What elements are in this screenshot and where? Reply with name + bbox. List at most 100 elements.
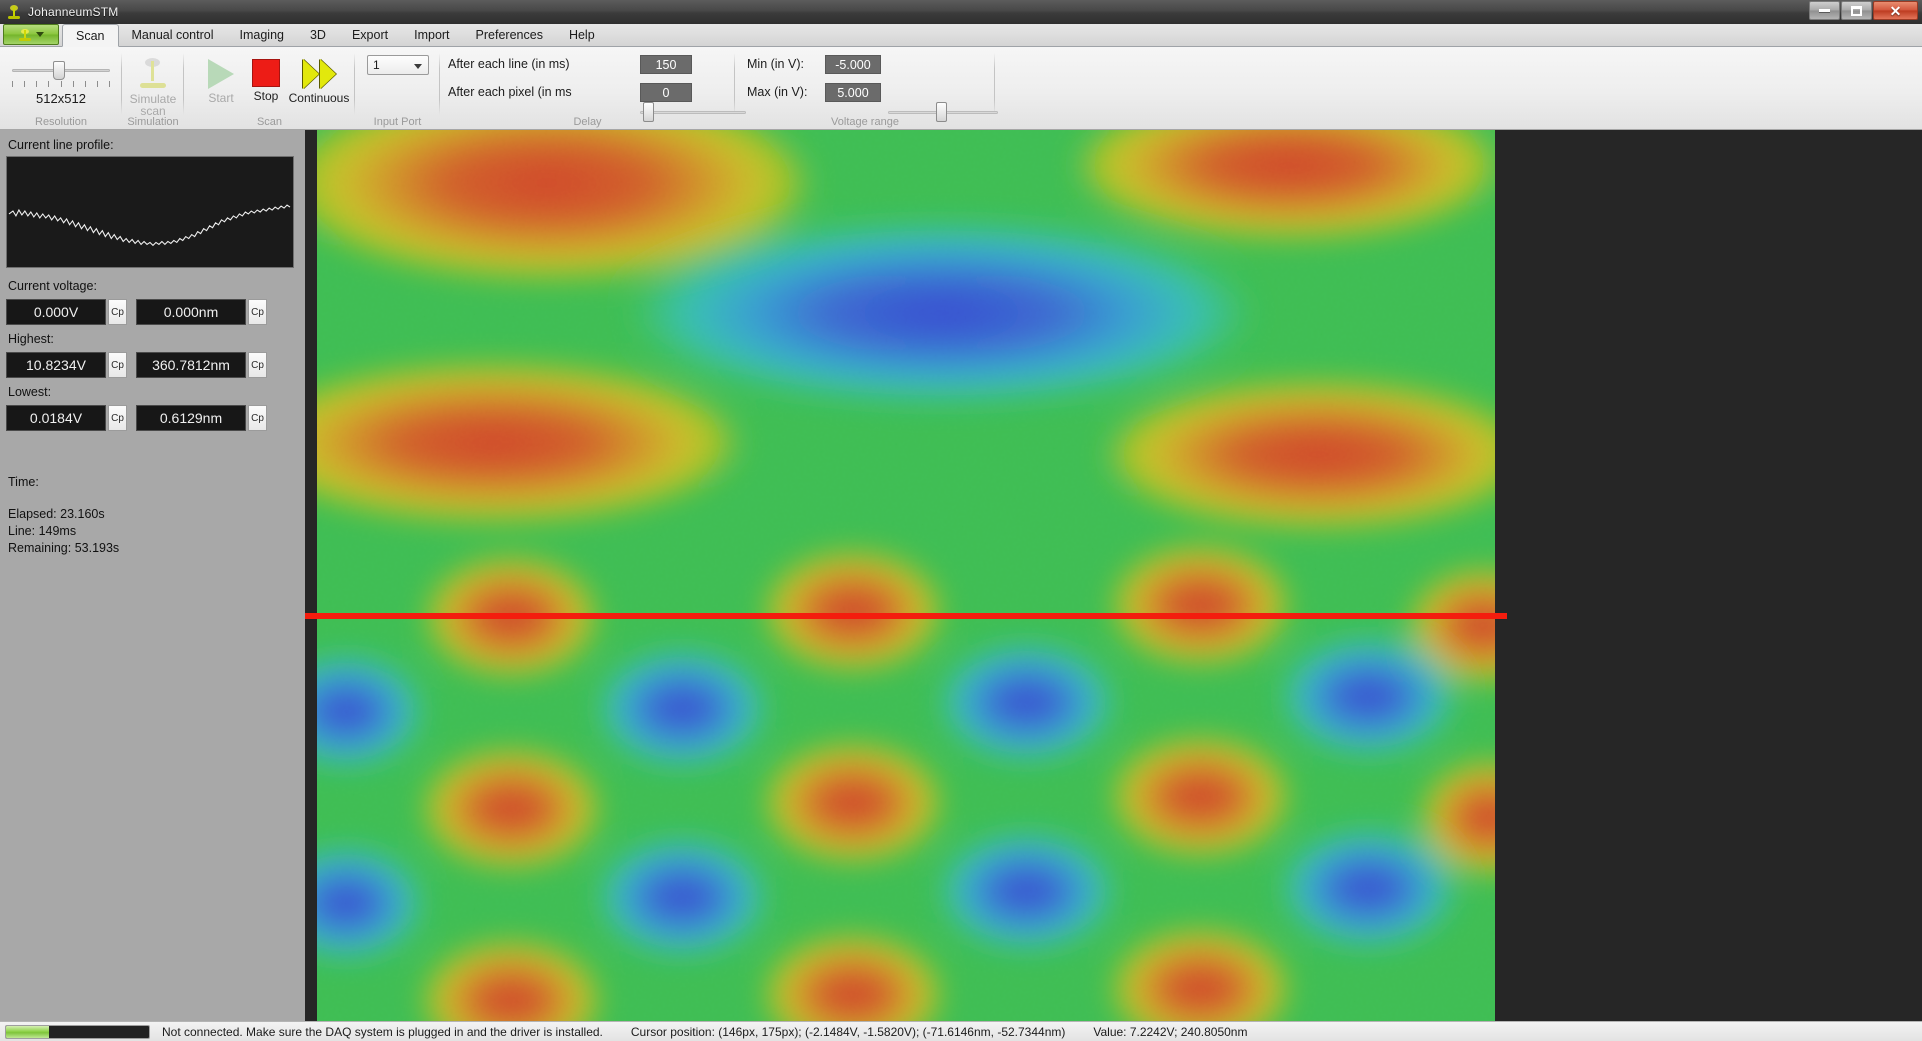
slider-ticks [12, 81, 110, 87]
input-port-value: 1 [373, 58, 380, 72]
cursor-position-readout: Cursor position: (146px, 175px); (-2.148… [630, 1024, 1066, 1039]
restore-icon [1851, 5, 1862, 16]
simulate-scan-button[interactable]: Simulate scan [122, 53, 184, 117]
slider-track [640, 111, 746, 114]
continuous-label: Continuous [288, 91, 350, 105]
group-label-input-port: Input Port [373, 116, 422, 128]
ribbon-tabstrip: Scan Manual control Imaging 3D Export Im… [0, 24, 1922, 47]
current-height-value: 0.000nm [136, 299, 246, 325]
copy-current-height-button[interactable]: Cp [248, 299, 267, 325]
tab-label: 3D [309, 28, 326, 42]
group-label-resolution: Resolution [35, 116, 87, 128]
group-label-scan: Scan [256, 116, 283, 128]
scan-canvas-area[interactable] [305, 130, 1922, 1021]
delay-line-slider[interactable] [640, 101, 746, 123]
ribbon-group-simulation: Simulate scan Simulation [122, 47, 184, 130]
tab-label: Import [414, 28, 450, 42]
current-voltage-row: 0.000V Cp 0.000nm Cp [6, 299, 267, 325]
time-label: Time: [8, 475, 39, 489]
app-icon [6, 4, 22, 20]
play-icon [208, 59, 234, 89]
copy-highest-voltage-button[interactable]: Cp [108, 352, 127, 378]
max-voltage-input[interactable]: 5.000 [825, 83, 881, 102]
stop-label: Stop [253, 89, 279, 103]
restore-button[interactable] [1841, 1, 1872, 20]
input-port-select[interactable]: 1 [367, 55, 429, 75]
close-icon: ✕ [1889, 2, 1902, 19]
copy-current-voltage-button[interactable]: Cp [108, 299, 127, 325]
slider-thumb[interactable] [643, 102, 654, 122]
simulate-scan-label: Simulate scan [129, 92, 177, 118]
lowest-row: 0.0184V Cp 0.6129nm Cp [6, 405, 267, 431]
highest-label: Highest: [8, 332, 54, 346]
tab-label: Imaging [239, 28, 284, 42]
ribbon-group-input-port: 1 Input Port [355, 47, 440, 130]
elapsed-time: Elapsed: 23.160s [8, 507, 105, 521]
close-button[interactable]: ✕ [1873, 1, 1918, 20]
highest-row: 10.8234V Cp 360.7812nm Cp [6, 352, 267, 378]
lowest-label: Lowest: [8, 385, 52, 399]
minimize-icon [1819, 9, 1830, 12]
highest-height-value: 360.7812nm [136, 352, 246, 378]
window-titlebar: JohanneumSTM ✕ [0, 0, 1922, 24]
fast-forward-icon [302, 59, 336, 89]
ribbon-group-scan: Start Stop Continuous Scan [184, 47, 355, 130]
tab-label: Help [568, 28, 595, 42]
copy-lowest-voltage-button[interactable]: Cp [108, 405, 127, 431]
ribbon-group-resolution: 512x512 Resolution [0, 47, 122, 130]
copy-lowest-height-button[interactable]: Cp [248, 405, 267, 431]
line-time: Line: 149ms [8, 524, 77, 538]
progress-fill [6, 1025, 49, 1038]
max-voltage-label: Max (in V): [747, 85, 808, 99]
status-bar: Not connected. Make sure the DAQ system … [0, 1021, 1922, 1041]
app-menu-icon [18, 28, 32, 42]
stm-scan-image[interactable] [317, 130, 1495, 1021]
min-voltage-input[interactable]: -5.000 [825, 55, 881, 74]
after-each-pixel-label: After each pixel (in ms [448, 85, 572, 99]
continuous-button[interactable]: Continuous [283, 53, 355, 117]
slider-thumb[interactable] [936, 102, 947, 122]
left-info-panel: Current line profile: Current voltage: 0… [0, 130, 305, 1021]
min-voltage-label: Min (in V): [747, 57, 804, 71]
cursor-value-readout: Value: 7.2242V; 240.8050nm [1093, 1024, 1248, 1039]
minimize-button[interactable] [1809, 1, 1840, 20]
tab-3d[interactable]: 3D [297, 24, 339, 46]
copy-highest-height-button[interactable]: Cp [248, 352, 267, 378]
connection-status-message: Not connected. Make sure the DAQ system … [162, 1024, 603, 1039]
lowest-height-value: 0.6129nm [136, 405, 246, 431]
chevron-down-icon [414, 64, 422, 69]
tab-export[interactable]: Export [339, 24, 401, 46]
lowest-voltage-value: 0.0184V [6, 405, 106, 431]
tab-label: Scan [76, 28, 105, 43]
scan-progress-bar [5, 1024, 150, 1039]
after-each-line-input[interactable]: 150 [640, 55, 692, 74]
resolution-value: 512x512 [36, 91, 86, 106]
ribbon-panel: 512x512 Resolution Simulate scan Simulat… [0, 47, 1922, 150]
tab-preferences[interactable]: Preferences [463, 24, 556, 46]
tab-manual-control[interactable]: Manual control [119, 24, 227, 46]
min-voltage-slider[interactable] [888, 101, 998, 123]
remaining-time: Remaining: 53.193s [8, 541, 120, 555]
tab-label: Preferences [475, 28, 543, 42]
window-controls: ✕ [1809, 1, 1918, 20]
highest-voltage-value: 10.8234V [6, 352, 106, 378]
tab-help[interactable]: Help [556, 24, 608, 46]
line-profile-label: Current line profile: [8, 138, 114, 152]
group-label-simulation: Simulation [127, 116, 179, 128]
tab-label: Manual control [131, 28, 214, 42]
after-each-pixel-input[interactable]: 0 [640, 83, 692, 102]
active-scan-line [305, 613, 1507, 619]
chevron-down-icon [36, 32, 44, 37]
simulate-scan-icon [136, 58, 170, 90]
window-title: JohanneumSTM [28, 5, 119, 19]
app-menu-button[interactable] [3, 24, 59, 45]
tab-import[interactable]: Import [401, 24, 462, 46]
slider-thumb[interactable] [53, 61, 65, 80]
tab-imaging[interactable]: Imaging [227, 24, 297, 46]
current-voltage-value: 0.000V [6, 299, 106, 325]
tab-scan[interactable]: Scan [62, 24, 119, 47]
after-each-line-label: After each line (in ms) [448, 57, 570, 71]
stop-icon [252, 59, 280, 87]
tab-label: Export [351, 28, 389, 42]
current-voltage-label: Current voltage: [8, 279, 97, 293]
